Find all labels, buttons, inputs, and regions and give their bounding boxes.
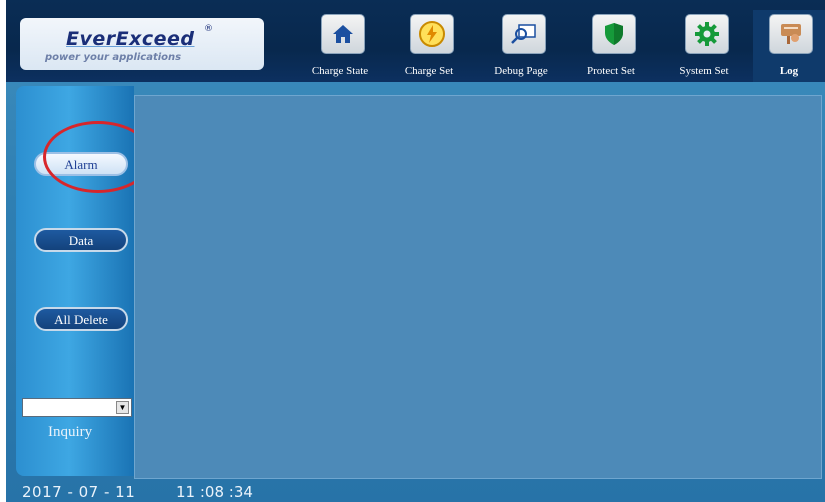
- shield-icon: [592, 14, 636, 54]
- tab-protect-set-label: Protect Set: [587, 65, 635, 77]
- brand-logo: EverExceed ® power your applications: [20, 18, 264, 70]
- all-delete-button[interactable]: All Delete: [34, 307, 128, 331]
- home-icon: [321, 14, 365, 54]
- registered-mark: ®: [204, 24, 213, 34]
- status-time: 11 :08 :34: [176, 483, 253, 501]
- chevron-down-icon[interactable]: ▼: [116, 401, 129, 414]
- tab-protect-set[interactable]: Protect Set: [565, 10, 657, 82]
- tab-charge-set-label: Charge Set: [404, 65, 454, 77]
- hmi-screen: EverExceed ® power your applications Cha…: [6, 0, 825, 502]
- tab-system-set-label: System Set: [679, 65, 729, 77]
- tab-debug-page-label: Debug Page: [494, 65, 548, 77]
- tab-charge-state-label: Charge State: [311, 65, 369, 77]
- log-content-area: [134, 95, 822, 479]
- tab-charge-state[interactable]: Charge State: [294, 10, 386, 82]
- header-bar: EverExceed ® power your applications Cha…: [6, 0, 825, 82]
- tab-debug-page[interactable]: Debug Page: [475, 10, 567, 82]
- status-date: 2017 - 07 - 11: [22, 483, 136, 501]
- brand-tagline: power your applications: [45, 52, 182, 63]
- tab-system-set[interactable]: System Set: [658, 10, 750, 82]
- data-button[interactable]: Data: [34, 228, 128, 252]
- tab-charge-set[interactable]: Charge Set: [383, 10, 475, 82]
- tab-log[interactable]: Log: [753, 10, 825, 82]
- inquiry-select[interactable]: ▼: [22, 398, 132, 417]
- magnifier-icon: [502, 14, 546, 54]
- gear-icon: [685, 14, 729, 54]
- tab-log-label: Log: [779, 65, 799, 77]
- lightning-icon: [410, 14, 454, 54]
- brand-name: EverExceed: [66, 28, 195, 50]
- log-icon: [769, 14, 813, 54]
- inquiry-label: Inquiry: [48, 424, 93, 440]
